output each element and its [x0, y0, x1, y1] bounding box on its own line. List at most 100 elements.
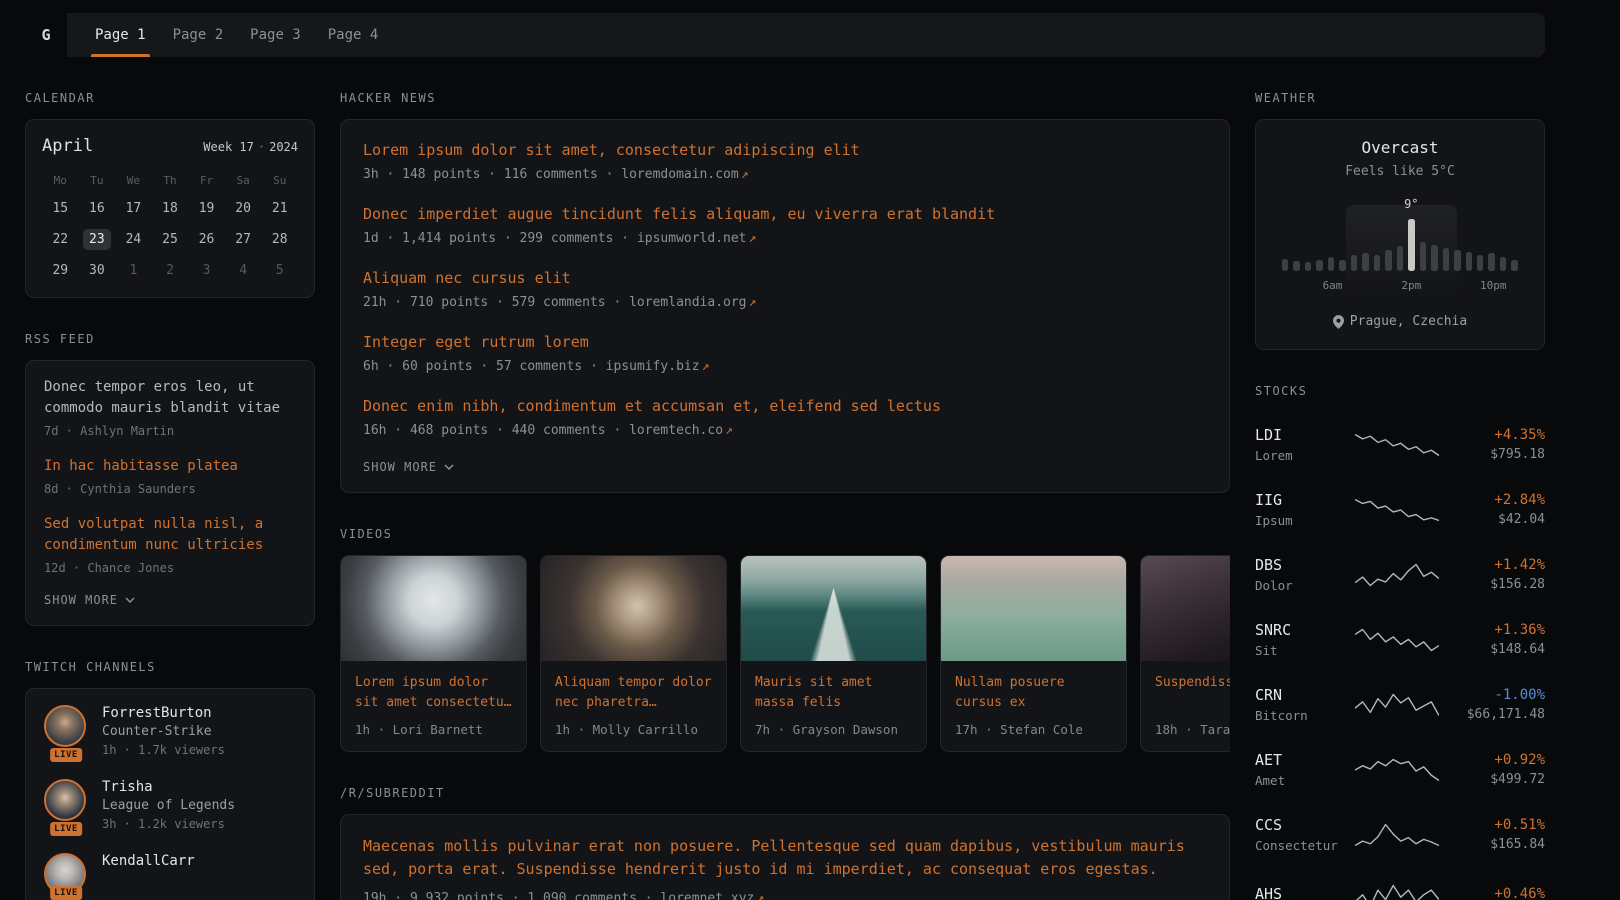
twitch-channel-row[interactable]: LIVE Trisha League of Legends 3h · 1.2k …: [44, 779, 296, 831]
weather-hour-bar: [1293, 261, 1299, 271]
weather-hour-bar: [1500, 257, 1506, 271]
stock-row[interactable]: SNRC Sit +1.36% $148.64: [1255, 607, 1545, 672]
video-title-link[interactable]: Nullam posuere cursus ex: [955, 673, 1112, 713]
rss-item-title-link[interactable]: Sed volutpat nulla nisl, a condimentum n…: [44, 514, 296, 556]
reddit-post-title-link[interactable]: Maecenas mollis pulvinar erat non posuer…: [363, 835, 1207, 882]
tab-page-1[interactable]: Page 1: [95, 13, 146, 57]
stock-row[interactable]: CRN Bitcorn -1.00% $66,171.48: [1255, 672, 1545, 737]
section-label: HACKER NEWS: [340, 91, 1230, 105]
subreddit-widget: /R/SUBREDDIT Maecenas mollis pulvinar er…: [340, 786, 1230, 900]
reddit-post-domain-link[interactable]: loremnet.xyz↗: [660, 891, 764, 900]
video-carousel: Lorem ipsum dolor sit amet consectetu… 1…: [340, 555, 1230, 752]
twitch-channel-row[interactable]: LIVE ForrestBurton Counter-Strike 1h · 1…: [44, 705, 296, 757]
hn-item-domain-link[interactable]: ipsumworld.net↗: [637, 231, 756, 246]
hn-item-domain: loremlandia.org: [629, 295, 746, 310]
external-link-icon: ↗: [749, 231, 757, 246]
avatar-wrap: LIVE: [44, 705, 88, 757]
stock-row[interactable]: CCS Consectetur +0.51% $165.84: [1255, 802, 1545, 867]
section-label: CALENDAR: [25, 91, 315, 105]
hn-item-title-link[interactable]: Integer eget rutrum lorem: [363, 332, 1207, 353]
videos-widget: VIDEOS Lorem ipsum dolor sit amet consec…: [340, 527, 1230, 752]
video-card[interactable]: Mauris sit amet massa felis 7h · Grayson…: [740, 555, 927, 752]
hn-item-stats: 6h · 60 points · 57 comments ·: [363, 359, 606, 374]
hn-item-meta: 3h · 148 points · 116 comments · loremdo…: [363, 167, 1207, 182]
hn-item-domain-link[interactable]: ipsumify.biz↗: [606, 359, 710, 374]
hn-show-more-button[interactable]: SHOW MORE: [363, 460, 1207, 474]
video-card[interactable]: Lorem ipsum dolor sit amet consectetu… 1…: [340, 555, 527, 752]
video-card[interactable]: Nullam posuere cursus ex 17h · Stefan Co…: [940, 555, 1127, 752]
current-temperature: 9°: [1404, 197, 1418, 211]
weather-current-hour-bar: [1408, 219, 1414, 271]
calendar-month: April: [42, 136, 93, 156]
hn-item-title-link[interactable]: Lorem ipsum dolor sit amet, consectetur …: [363, 140, 1207, 161]
rss-item-title-link[interactable]: In hac habitasse platea: [44, 456, 296, 477]
rss-item: Donec tempor eros leo, ut commodo mauris…: [44, 377, 296, 438]
tab-page-2[interactable]: Page 2: [173, 13, 224, 57]
channel-name: KendallCarr: [102, 853, 195, 869]
calendar-day: 17: [115, 197, 152, 221]
stock-row[interactable]: AHS +0.46%: [1255, 867, 1545, 900]
rss-item: In hac habitasse platea 8d · Cynthia Sau…: [44, 456, 296, 496]
video-meta: 18h · Tara: [1155, 722, 1230, 737]
tab-page-3[interactable]: Page 3: [250, 13, 301, 57]
video-thumbnail[interactable]: [741, 556, 926, 661]
stock-price: $148.64: [1451, 642, 1545, 657]
video-title-link[interactable]: Aliquam tempor dolor nec pharetra…: [555, 673, 712, 713]
hn-item-title-link[interactable]: Aliquam nec cursus elit: [363, 268, 1207, 289]
hn-item-domain-link[interactable]: loremlandia.org↗: [629, 295, 756, 310]
app-logo[interactable]: G: [25, 13, 67, 57]
video-card[interactable]: Suspendisse diam 18h · Tara: [1140, 555, 1230, 752]
hn-item-title-link[interactable]: Donec imperdiet augue tincidunt felis al…: [363, 204, 1207, 225]
stock-values: +1.36% $148.64: [1451, 622, 1545, 657]
video-body: Lorem ipsum dolor sit amet consectetu… 1…: [341, 661, 526, 751]
hn-item-domain-link[interactable]: loremtech.co↗: [629, 423, 733, 438]
video-title-link[interactable]: Lorem ipsum dolor sit amet consectetu…: [355, 673, 512, 713]
location-pin-icon: [1333, 315, 1344, 329]
hn-item: Aliquam nec cursus elit 21h · 710 points…: [363, 268, 1207, 310]
section-label: STOCKS: [1255, 384, 1545, 398]
hn-item: Donec enim nibh, condimentum et accumsan…: [363, 396, 1207, 438]
video-title-link[interactable]: Mauris sit amet massa felis: [755, 673, 912, 713]
section-label: /R/SUBREDDIT: [340, 786, 1230, 800]
rss-item-meta: 8d · Cynthia Saunders: [44, 482, 296, 496]
hn-item-title-link[interactable]: Donec enim nibh, condimentum et accumsan…: [363, 396, 1207, 417]
live-badge: LIVE: [50, 822, 82, 836]
tab-page-4[interactable]: Page 4: [328, 13, 379, 57]
stock-symbol: SNRC: [1255, 621, 1343, 639]
stock-row[interactable]: LDI Lorem +4.35% $795.18: [1255, 412, 1545, 477]
hn-item-domain-link[interactable]: loremdomain.com↗: [621, 167, 748, 182]
stock-name: Sit: [1255, 643, 1343, 658]
calendar-weekday: Fr: [188, 172, 225, 190]
rss-show-more-button[interactable]: SHOW MORE: [44, 593, 296, 607]
stock-symbol: AHS: [1255, 885, 1343, 900]
twitch-channel-row[interactable]: LIVE KendallCarr: [44, 853, 296, 895]
weather-hour-bar: [1282, 259, 1288, 271]
channel-meta: 1h · 1.7k viewers: [102, 743, 225, 757]
video-card[interactable]: Aliquam tempor dolor nec pharetra… 1h · …: [540, 555, 727, 752]
hn-item-domain: ipsumworld.net: [637, 231, 747, 246]
rss-widget: RSS FEED Donec tempor eros leo, ut commo…: [25, 332, 315, 626]
stock-symbol: CCS: [1255, 816, 1343, 834]
weather-hour-bar: [1431, 245, 1437, 271]
weather-hour-bar: [1443, 248, 1449, 271]
stock-symbol: CRN: [1255, 686, 1343, 704]
stock-row[interactable]: AET Amet +0.92% $499.72: [1255, 737, 1545, 802]
video-thumbnail[interactable]: [1141, 556, 1230, 661]
calendar-day: 15: [42, 197, 79, 221]
stock-row[interactable]: DBS Dolor +1.42% $156.28: [1255, 542, 1545, 607]
video-title-link[interactable]: Suspendisse diam: [1155, 673, 1230, 713]
stock-row[interactable]: IIG Ipsum +2.84% $42.04: [1255, 477, 1545, 542]
video-thumbnail[interactable]: [541, 556, 726, 661]
stock-id: CRN Bitcorn: [1255, 686, 1343, 723]
calendar-day: 19: [188, 197, 225, 221]
video-thumbnail[interactable]: [341, 556, 526, 661]
stock-symbol: AET: [1255, 751, 1343, 769]
weather-widget: WEATHER Overcast Feels like 5°C 9° 6am 2…: [1255, 91, 1545, 350]
stock-values: +1.42% $156.28: [1451, 557, 1545, 592]
rss-item-title-link[interactable]: Donec tempor eros leo, ut commodo mauris…: [44, 377, 296, 419]
video-thumbnail[interactable]: [941, 556, 1126, 661]
weather-hour-bar: [1339, 260, 1345, 271]
stock-values: +4.35% $795.18: [1451, 427, 1545, 462]
weather-hour-bar: [1316, 260, 1322, 271]
content-columns: CALENDAR April Week 17·2024 MoTuWeThFrSa…: [0, 57, 1545, 900]
